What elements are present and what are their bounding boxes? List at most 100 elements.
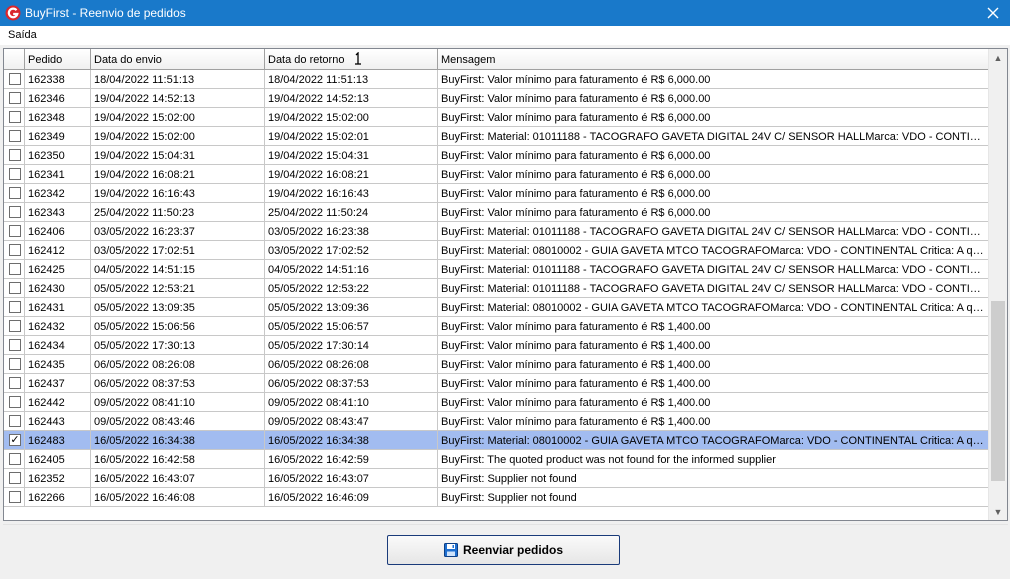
table-row[interactable]: 162405 16/05/2022 16:42:58 16/05/2022 16:4… <box>4 450 988 469</box>
row-checkbox[interactable] <box>9 491 21 503</box>
cell-data-retorno: 19/04/2022 16:16:43 <box>265 184 438 203</box>
cell-data-envio: 18/04/2022 11:51:13 <box>91 70 265 89</box>
row-checkbox[interactable] <box>9 472 21 484</box>
row-checkbox[interactable] <box>9 225 21 237</box>
table-row[interactable]: 162406 03/05/2022 16:23:37 03/05/2022 16:2… <box>4 222 988 241</box>
table-row[interactable]: 162437 06/05/2022 08:37:53 06/05/2022 08:3… <box>4 374 988 393</box>
table-row[interactable]: 162352 16/05/2022 16:43:07 16/05/2022 16:4… <box>4 469 988 488</box>
table-row[interactable]: 162435 06/05/2022 08:26:08 06/05/2022 08:2… <box>4 355 988 374</box>
row-checkbox[interactable] <box>9 282 21 294</box>
table-row[interactable]: 162430 05/05/2022 12:53:21 05/05/2022 12:5… <box>4 279 988 298</box>
menu-exit[interactable]: Saída <box>8 29 37 41</box>
cell-data-envio: 19/04/2022 16:08:21 <box>91 165 265 184</box>
cell-data-retorno: 16/05/2022 16:46:09 <box>265 488 438 507</box>
resend-orders-button[interactable]: Reenviar pedidos <box>387 535 620 565</box>
row-checkbox-cell <box>4 488 25 507</box>
row-checkbox[interactable]: ✓ <box>9 434 21 446</box>
scroll-up-button[interactable]: ▲ <box>989 49 1007 66</box>
table-row[interactable]: 162343 25/04/2022 11:50:23 25/04/2022 11:5… <box>4 203 988 222</box>
table-row[interactable]: 162442 09/05/2022 08:41:10 09/05/2022 08:4… <box>4 393 988 412</box>
cell-data-retorno: 19/04/2022 15:02:01 <box>265 127 438 146</box>
row-checkbox[interactable] <box>9 377 21 389</box>
cell-data-envio: 16/05/2022 16:43:07 <box>91 469 265 488</box>
row-checkbox[interactable] <box>9 263 21 275</box>
scroll-thumb[interactable] <box>991 301 1005 481</box>
cell-mensagem: BuyFirst: Valor mínimo para faturamento … <box>441 207 711 219</box>
cell-data-retorno: 16/05/2022 16:42:59 <box>265 450 438 469</box>
row-checkbox[interactable] <box>9 301 21 313</box>
cell-pedido: 162442 <box>25 393 91 412</box>
cell-pedido: 162342 <box>25 184 91 203</box>
cell-data-envio: 05/05/2022 17:30:13 <box>91 336 265 355</box>
cell-pedido: 162348 <box>25 108 91 127</box>
row-checkbox-cell <box>4 450 25 469</box>
row-checkbox[interactable] <box>9 130 21 142</box>
row-checkbox[interactable] <box>9 339 21 351</box>
header-pedido[interactable]: Pedido <box>25 49 91 70</box>
row-checkbox[interactable] <box>9 358 21 370</box>
cell-pedido: 162406 <box>25 222 91 241</box>
row-checkbox-cell <box>4 89 25 108</box>
row-checkbox[interactable] <box>9 92 21 104</box>
row-checkbox[interactable] <box>9 168 21 180</box>
cell-data-envio: 16/05/2022 16:34:38 <box>91 431 265 450</box>
header-data-retorno[interactable]: Data do retorno <box>265 49 438 70</box>
header-data-envio[interactable]: Data do envio <box>91 49 265 70</box>
table-row[interactable]: 162266 16/05/2022 16:46:08 16/05/2022 16:4… <box>4 488 988 507</box>
cell-data-retorno: 03/05/2022 16:23:38 <box>265 222 438 241</box>
table-row[interactable]: 162350 19/04/2022 15:04:31 19/04/2022 15:0… <box>4 146 988 165</box>
floppy-disk-icon <box>443 543 458 557</box>
row-checkbox[interactable] <box>9 111 21 123</box>
close-button[interactable] <box>976 0 1010 26</box>
row-checkbox-cell <box>4 241 25 260</box>
row-checkbox-cell <box>4 184 25 203</box>
cell-mensagem: BuyFirst: Valor mínimo para faturamento … <box>441 397 711 409</box>
cell-mensagem: BuyFirst: Material: 01011188 - TACOGRAFO… <box>441 283 988 295</box>
cell-pedido: 162341 <box>25 165 91 184</box>
table-row[interactable]: ✓ 162483 16/05/2022 16:34:38 16/05/2022 16:… <box>4 431 988 450</box>
table-row[interactable]: 162412 03/05/2022 17:02:51 03/05/2022 17:0… <box>4 241 988 260</box>
table-row[interactable]: 162346 19/04/2022 14:52:13 19/04/2022 14:5… <box>4 89 988 108</box>
row-checkbox[interactable] <box>9 206 21 218</box>
row-checkbox[interactable] <box>9 187 21 199</box>
table-row[interactable]: 162425 04/05/2022 14:51:15 04/05/2022 14:5… <box>4 260 988 279</box>
row-checkbox[interactable] <box>9 453 21 465</box>
scroll-down-button[interactable]: ▼ <box>989 503 1007 520</box>
vertical-scrollbar[interactable]: ▲ ▼ <box>988 49 1007 520</box>
cell-data-envio: 19/04/2022 15:04:31 <box>91 146 265 165</box>
cell-data-envio: 09/05/2022 08:41:10 <box>91 393 265 412</box>
header-checkbox-column[interactable] <box>4 49 25 70</box>
row-checkbox[interactable] <box>9 396 21 408</box>
cell-data-envio: 19/04/2022 15:02:00 <box>91 127 265 146</box>
cell-mensagem: BuyFirst: Material: 01011188 - TACOGRAFO… <box>441 131 988 143</box>
header-mensagem[interactable]: Mensagem <box>438 49 988 70</box>
row-checkbox-cell <box>4 412 25 431</box>
table-row[interactable]: 162338 18/04/2022 11:51:13 18/04/2022 11:5… <box>4 70 988 89</box>
table-row[interactable]: 162341 19/04/2022 16:08:21 19/04/2022 16:0… <box>4 165 988 184</box>
cell-data-envio: 16/05/2022 16:42:58 <box>91 450 265 469</box>
cell-mensagem: BuyFirst: Valor mínimo para faturamento … <box>441 416 711 428</box>
cell-data-envio: 19/04/2022 15:02:00 <box>91 108 265 127</box>
row-checkbox[interactable] <box>9 244 21 256</box>
table-row[interactable]: 162342 19/04/2022 16:16:43 19/04/2022 16:1… <box>4 184 988 203</box>
cell-pedido: 162266 <box>25 488 91 507</box>
row-checkbox[interactable] <box>9 415 21 427</box>
table-row[interactable]: 162349 19/04/2022 15:02:00 19/04/2022 15:0… <box>4 127 988 146</box>
orders-grid: Pedido Data do envio Data do retorno Men… <box>3 48 1008 521</box>
table-row[interactable]: 162434 05/05/2022 17:30:13 05/05/2022 17:3… <box>4 336 988 355</box>
cell-pedido: 162434 <box>25 336 91 355</box>
row-checkbox-cell <box>4 222 25 241</box>
cell-data-envio: 06/05/2022 08:37:53 <box>91 374 265 393</box>
cell-data-retorno: 04/05/2022 14:51:16 <box>265 260 438 279</box>
menu-bar: Saída <box>0 26 1010 45</box>
row-checkbox[interactable] <box>9 149 21 161</box>
table-row[interactable]: 162432 05/05/2022 15:06:56 05/05/2022 15:0… <box>4 317 988 336</box>
table-row[interactable]: 162348 19/04/2022 15:02:00 19/04/2022 15:0… <box>4 108 988 127</box>
row-checkbox[interactable] <box>9 73 21 85</box>
cell-data-retorno: 09/05/2022 08:43:47 <box>265 412 438 431</box>
cell-pedido: 162350 <box>25 146 91 165</box>
row-checkbox[interactable] <box>9 320 21 332</box>
title-bar: BuyFirst - Reenvio de pedidos <box>0 0 1010 26</box>
table-row[interactable]: 162431 05/05/2022 13:09:35 05/05/2022 13:0… <box>4 298 988 317</box>
table-row[interactable]: 162443 09/05/2022 08:43:46 09/05/2022 08:4… <box>4 412 988 431</box>
